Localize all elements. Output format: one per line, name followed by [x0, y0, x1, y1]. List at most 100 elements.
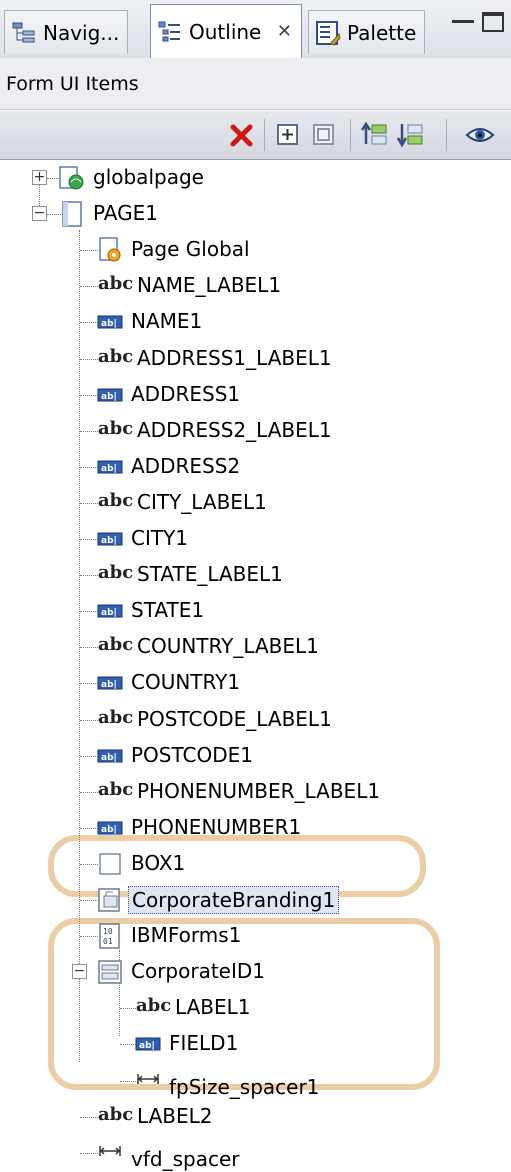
branding-icon-wrap: [97, 887, 123, 917]
outline-toolbar: [0, 111, 511, 160]
tab-navigator[interactable]: Navig...: [4, 10, 129, 54]
svg-text:ab|: ab|: [139, 1041, 155, 1051]
tab-palette[interactable]: Palette: [308, 10, 426, 54]
tree-item-label: ADDRESS1: [131, 382, 241, 406]
tree-item[interactable]: ab| POSTCODE1: [0, 738, 511, 774]
header-title: Form UI Items: [6, 73, 139, 95]
tree-item[interactable]: − PAGE1: [0, 196, 511, 232]
minimize-icon[interactable]: [452, 20, 474, 23]
tree-item[interactable]: ab| NAME1: [0, 304, 511, 340]
tab-palette-label: Palette: [347, 20, 417, 45]
tree-item[interactable]: abc STATE_LABEL1: [0, 557, 511, 593]
tree-item-label: ADDRESS2_LABEL1: [137, 418, 332, 442]
tree-item[interactable]: ab| COUNTRY1: [0, 665, 511, 701]
expand-icon[interactable]: +: [32, 170, 47, 185]
tree-item[interactable]: fpSize_spacer1: [0, 1063, 511, 1099]
field-icon-wrap: ab|: [97, 382, 123, 412]
svg-text:01: 01: [103, 937, 113, 946]
tree-item-label: Page Global: [131, 237, 250, 261]
maximize-icon[interactable]: [482, 12, 504, 32]
tab-outline[interactable]: Outline ✕: [150, 4, 303, 58]
tree-item[interactable]: abc PHONENUMBER_LABEL1: [0, 774, 511, 810]
tree-item[interactable]: 10 01 IBMForms1: [0, 918, 511, 954]
outline-icon: [158, 21, 180, 41]
tree-item[interactable]: BOX1: [0, 846, 511, 882]
box-icon: [99, 853, 121, 875]
tree-item-label: FIELD1: [169, 1031, 239, 1055]
tree-item[interactable]: ab| FIELD1: [0, 1026, 511, 1062]
label-abc-icon: abc: [98, 1104, 134, 1125]
tree-item-label: POSTCODE_LABEL1: [137, 707, 332, 731]
collapse-icon[interactable]: −: [72, 964, 87, 979]
tree-item-label: IBMForms1: [131, 923, 242, 947]
close-icon[interactable]: ✕: [275, 21, 293, 42]
label-abc-icon: abc: [98, 562, 134, 583]
spacer-icon: [99, 1146, 121, 1156]
tree-item[interactable]: ab| STATE1: [0, 593, 511, 629]
tree-item[interactable]: abc LABEL2: [0, 1099, 511, 1135]
tree-item[interactable]: abc CITY_LABEL1: [0, 485, 511, 521]
svg-text:10: 10: [103, 927, 113, 936]
tree-item-label: PHONENUMBER_LABEL1: [137, 779, 381, 803]
move-up-icon: [360, 121, 387, 145]
tree-item[interactable]: abc ADDRESS1_LABEL1: [0, 341, 511, 377]
group-icon-wrap: [97, 959, 123, 989]
collapse-all-button[interactable]: [306, 117, 342, 153]
tree-item[interactable]: CorporateBranding1: [0, 882, 511, 918]
svg-text:ab|: ab|: [101, 753, 117, 763]
tree-item[interactable]: ab| CITY1: [0, 521, 511, 557]
svg-text:ab|: ab|: [101, 536, 117, 546]
ibmforms-icon-wrap: 10 01: [97, 923, 123, 953]
move-up-button[interactable]: [356, 117, 392, 153]
delete-button[interactable]: [224, 117, 260, 153]
view-button[interactable]: [462, 117, 498, 153]
field-icon-wrap: ab|: [97, 815, 123, 845]
collapse-all-icon: [313, 124, 334, 145]
tree-item[interactable]: abc COUNTRY_LABEL1: [0, 629, 511, 665]
tree-item[interactable]: ab| ADDRESS1: [0, 377, 511, 413]
field-icon: ab|: [97, 460, 123, 474]
tab-navigator-label: Navig...: [43, 20, 120, 45]
field-icon: ab|: [97, 388, 123, 402]
tree-item-label: PHONENUMBER1: [131, 815, 302, 839]
tree-item[interactable]: abc NAME_LABEL1: [0, 268, 511, 304]
palette-icon: [316, 20, 341, 46]
tree-item-label: COUNTRY1: [131, 670, 241, 694]
outline-tree[interactable]: + globalpage − PAGE1 Page Global abc NAME_LABE…: [0, 160, 511, 1171]
view-icon: [465, 128, 495, 142]
tree-item[interactable]: ab| PHONENUMBER1: [0, 810, 511, 846]
field-icon: ab|: [135, 1037, 161, 1051]
branding-icon: [98, 888, 120, 912]
tree-item[interactable]: + globalpage: [0, 160, 511, 196]
page-global-icon-wrap: [97, 237, 123, 267]
tree-item[interactable]: ab| ADDRESS2: [0, 449, 511, 485]
tree-item[interactable]: abc ADDRESS2_LABEL1: [0, 413, 511, 449]
tree-item[interactable]: abc POSTCODE_LABEL1: [0, 702, 511, 738]
expand-all-button[interactable]: [270, 117, 306, 153]
tree-item[interactable]: − CorporateID1: [0, 954, 511, 990]
svg-text:ab|: ab|: [101, 319, 117, 329]
tree-item[interactable]: abc LABEL1: [0, 990, 511, 1026]
collapse-icon[interactable]: −: [32, 206, 47, 221]
tree-item[interactable]: vfd_spacer: [0, 1135, 511, 1171]
field-icon: ab|: [97, 676, 123, 690]
move-down-button[interactable]: [392, 117, 428, 153]
tab-outline-label: Outline: [189, 19, 262, 44]
page-global-icon: [99, 237, 121, 262]
label-abc-icon: abc: [98, 490, 134, 511]
tree-item-label: NAME1: [131, 309, 203, 333]
tree-item[interactable]: Page Global: [0, 232, 511, 268]
svg-text:ab|: ab|: [101, 608, 117, 618]
spacer-icon-wrap: [135, 1068, 161, 1098]
tree-item-label: CorporateBranding1: [128, 886, 340, 914]
field-icon: ab|: [97, 604, 123, 618]
expand-all-icon: [277, 124, 298, 145]
svg-text:ab|: ab|: [101, 825, 117, 835]
outline-header: Form UI Items: [0, 58, 511, 110]
label-abc-icon: abc: [136, 995, 172, 1016]
label-abc-icon: abc: [98, 779, 134, 800]
svg-text:ab|: ab|: [101, 392, 117, 402]
page-icon-wrap: [59, 201, 85, 231]
tree-item-label: CITY_LABEL1: [137, 490, 267, 514]
tree-item-label: CITY1: [131, 526, 189, 550]
